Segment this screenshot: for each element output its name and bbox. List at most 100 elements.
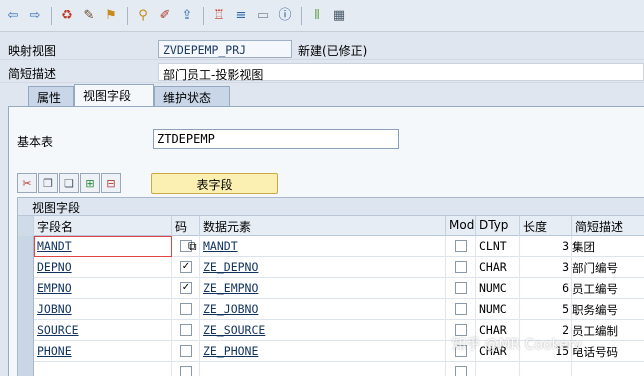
toolbar-separator bbox=[301, 6, 302, 25]
mod-checkbox[interactable] bbox=[455, 240, 467, 252]
key-checkbox[interactable] bbox=[180, 324, 192, 336]
short-desc-row: 简短描述 部门员工-投影视图 bbox=[0, 61, 644, 83]
mod-checkbox[interactable] bbox=[455, 366, 467, 376]
data-element-cell[interactable]: ZE_SOURCE bbox=[200, 320, 446, 341]
key-checkbox[interactable] bbox=[180, 345, 192, 357]
data-element-cell[interactable]: MANDT bbox=[200, 236, 446, 257]
paste-icon[interactable]: ❏ bbox=[59, 173, 79, 193]
short-desc-cell bbox=[572, 362, 644, 376]
application-toolbar: ⇦ ⇨ ♻ ✎ ⚑ ⚲ ✐ ⇪ ♖ ≡ ▭ ⓘ ⫴ ▦ bbox=[0, 0, 644, 32]
back-icon[interactable]: ⇦ bbox=[4, 7, 22, 25]
delete-row-icon[interactable]: ⊟ bbox=[101, 173, 121, 193]
field-name-cell[interactable]: MANDT bbox=[34, 236, 172, 257]
table-row[interactable]: EMPNO ✓ ZE_EMPNO NUMC 6 员工编号 bbox=[18, 278, 644, 299]
length-cell: 6 bbox=[520, 278, 572, 299]
table-row[interactable]: DEPNO ✓ ZE_DEPNO CHAR 3 部门编号 bbox=[18, 257, 644, 278]
short-desc-cell: 集团 bbox=[572, 236, 644, 257]
key-checkbox[interactable]: ✓ bbox=[180, 282, 192, 294]
mod-checkbox[interactable] bbox=[455, 303, 467, 315]
where-used-icon[interactable]: ⚲ bbox=[134, 7, 152, 25]
data-element-cell[interactable]: ZE_EMPNO bbox=[200, 278, 446, 299]
row-selector[interactable] bbox=[18, 362, 34, 376]
col-field-name[interactable]: 字段名 bbox=[34, 216, 172, 236]
navigate-icon[interactable]: ⇪ bbox=[178, 7, 196, 25]
table-fields-button[interactable]: 表字段 bbox=[151, 173, 278, 194]
edit-object-icon[interactable]: ✐ bbox=[156, 7, 174, 25]
field-name-cell[interactable]: SOURCE bbox=[34, 320, 172, 341]
row-selector[interactable] bbox=[18, 257, 34, 278]
activate-icon[interactable]: ⚑ bbox=[102, 7, 120, 25]
cut-icon[interactable]: ✂ bbox=[17, 173, 37, 193]
short-desc-cell: 员工编制 bbox=[572, 320, 644, 341]
display-change-icon[interactable]: ✎ bbox=[80, 7, 98, 25]
tab-maintenance-status[interactable]: 维护状态 bbox=[154, 86, 230, 106]
key-cell bbox=[172, 341, 200, 362]
data-element-cell[interactable]: ZE_PHONE bbox=[200, 341, 446, 362]
row-selector[interactable] bbox=[18, 341, 34, 362]
col-dtyp[interactable]: DTyp bbox=[476, 216, 520, 236]
field-name-cell[interactable]: DEPNO bbox=[34, 257, 172, 278]
data-element-cell[interactable] bbox=[200, 362, 446, 376]
short-desc-cell: 电话号码 bbox=[572, 341, 644, 362]
mod-checkbox[interactable] bbox=[455, 282, 467, 294]
col-mod[interactable]: Mod bbox=[446, 216, 476, 236]
select-all-header[interactable] bbox=[18, 216, 34, 236]
insert-row-icon[interactable]: ⊞ bbox=[80, 173, 100, 193]
field-name-cell[interactable]: EMPNO bbox=[34, 278, 172, 299]
multi-select-icon[interactable]: ⧉ bbox=[188, 239, 197, 254]
col-short-desc[interactable]: 简短描述 bbox=[572, 216, 644, 236]
length-cell: 3 bbox=[520, 257, 572, 278]
info-icon[interactable]: ⓘ bbox=[276, 7, 294, 25]
length-cell: 3 bbox=[520, 236, 572, 257]
hierarchy-icon[interactable]: ♖ bbox=[210, 7, 228, 25]
data-element-cell[interactable]: ZE_JOBNO bbox=[200, 299, 446, 320]
row-selector[interactable] bbox=[18, 278, 34, 299]
short-desc-cell: 部门编号 bbox=[572, 257, 644, 278]
row-selector[interactable] bbox=[18, 236, 34, 257]
base-table-label: 基本表 bbox=[17, 135, 54, 149]
short-desc-field[interactable]: 部门员工-投影视图 bbox=[158, 63, 644, 82]
col-length[interactable]: 长度 bbox=[520, 216, 572, 236]
grid-icon[interactable]: ▦ bbox=[330, 7, 348, 25]
table-row[interactable]: JOBNO ZE_JOBNO NUMC 5 职务编号 bbox=[18, 299, 644, 320]
row-selector[interactable] bbox=[18, 320, 34, 341]
forward-icon[interactable]: ⇨ bbox=[26, 7, 44, 25]
row-selector[interactable] bbox=[18, 299, 34, 320]
dtyp-cell: CLNT bbox=[476, 236, 520, 257]
mod-cell bbox=[446, 236, 476, 257]
field-name-cell[interactable]: JOBNO bbox=[34, 299, 172, 320]
table-row[interactable] bbox=[18, 362, 644, 376]
toolbar-separator bbox=[127, 6, 128, 25]
mod-checkbox[interactable] bbox=[455, 261, 467, 273]
data-element-cell[interactable]: ZE_DEPNO bbox=[200, 257, 446, 278]
mod-cell bbox=[446, 257, 476, 278]
mapping-view-field[interactable]: ZVDEPEMP_PRJ bbox=[158, 40, 292, 58]
tab-attributes[interactable]: 属性 bbox=[28, 86, 74, 106]
mod-cell bbox=[446, 299, 476, 320]
other-object-icon[interactable]: ♻ bbox=[58, 7, 76, 25]
col-data-element[interactable]: 数据元素 bbox=[200, 216, 446, 236]
length-cell bbox=[520, 362, 572, 376]
short-desc-cell: 职务编号 bbox=[572, 299, 644, 320]
layout-icon[interactable]: ▭ bbox=[254, 7, 272, 25]
column-icon[interactable]: ⫴ bbox=[308, 7, 326, 25]
mod-cell bbox=[446, 362, 476, 376]
mapping-view-row: 映射视图 ZVDEPEMP_PRJ 新建(已修正) bbox=[0, 38, 644, 60]
copy-icon[interactable]: ❐ bbox=[38, 173, 58, 193]
col-key[interactable]: 码 bbox=[172, 216, 200, 236]
field-name-cell[interactable]: PHONE bbox=[34, 341, 172, 362]
key-checkbox[interactable] bbox=[180, 366, 192, 376]
length-cell: 5 bbox=[520, 299, 572, 320]
dtyp-cell: NUMC bbox=[476, 299, 520, 320]
watermark-text: 知乎 @MR Cookery bbox=[452, 337, 582, 353]
stack-icon[interactable]: ≡ bbox=[232, 7, 250, 25]
field-name-cell[interactable] bbox=[34, 362, 172, 376]
table-row[interactable]: MANDT MANDT CLNT 3 集团 ⧉ bbox=[18, 236, 644, 257]
toolbar-separator bbox=[51, 6, 52, 25]
base-table-input[interactable]: ZTDEPEMP bbox=[153, 129, 399, 149]
tab-view-fields[interactable]: 视图字段 bbox=[74, 84, 154, 106]
short-desc-cell: 员工编号 bbox=[572, 278, 644, 299]
key-checkbox[interactable]: ✓ bbox=[180, 261, 192, 273]
key-cell: ✓ bbox=[172, 257, 200, 278]
key-checkbox[interactable] bbox=[180, 303, 192, 315]
